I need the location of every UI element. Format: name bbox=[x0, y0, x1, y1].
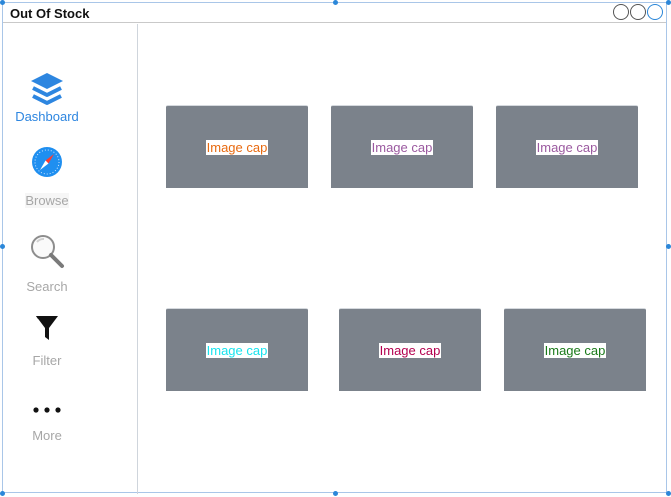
sidebar-item-label: Filter bbox=[32, 353, 62, 368]
sidebar-item-label: Browse bbox=[25, 193, 69, 208]
resize-handle-top-right[interactable] bbox=[666, 0, 671, 5]
image-card[interactable]: Image cap bbox=[166, 105, 308, 188]
close-button[interactable] bbox=[647, 4, 663, 20]
sidebar-item-label: More bbox=[32, 428, 62, 443]
image-card[interactable]: Image cap bbox=[166, 308, 308, 391]
resize-handle-top-left[interactable] bbox=[0, 0, 5, 5]
image-caption: Image cap bbox=[370, 139, 434, 155]
magnifier-icon bbox=[31, 235, 64, 268]
minimize-button[interactable] bbox=[613, 4, 629, 20]
title-bar: Out Of Stock bbox=[3, 3, 666, 23]
resize-handle-left[interactable] bbox=[0, 244, 5, 249]
sidebar-item-dashboard[interactable]: Dashboard bbox=[3, 70, 91, 126]
sidebar-item-filter[interactable]: Filter bbox=[3, 313, 91, 370]
window-title: Out Of Stock bbox=[10, 6, 90, 21]
funnel-icon bbox=[36, 316, 58, 340]
image-card[interactable]: Image cap bbox=[504, 308, 646, 391]
image-caption: Image cap bbox=[378, 342, 442, 358]
image-caption: Image cap bbox=[205, 342, 269, 358]
image-card[interactable]: Image cap bbox=[496, 105, 638, 188]
image-caption: Image cap bbox=[543, 342, 607, 358]
maximize-button[interactable] bbox=[630, 4, 646, 20]
safari-compass-icon bbox=[32, 147, 62, 177]
resize-handle-bottom-left[interactable] bbox=[0, 491, 5, 496]
resize-handle-top[interactable] bbox=[333, 0, 338, 5]
sidebar-item-label: Dashboard bbox=[15, 109, 79, 124]
sidebar-item-more[interactable]: More bbox=[3, 400, 91, 445]
image-card[interactable]: Image cap bbox=[339, 308, 481, 391]
image-caption: Image cap bbox=[535, 139, 599, 155]
resize-handle-bottom[interactable] bbox=[333, 491, 338, 496]
sidebar-item-browse[interactable]: Browse bbox=[3, 145, 91, 210]
sidebar-item-search[interactable]: Search bbox=[3, 233, 91, 296]
window-controls bbox=[613, 4, 663, 20]
sidebar: Dashboard Browse Search Filter More bbox=[3, 24, 138, 494]
resize-handle-right[interactable] bbox=[666, 244, 671, 249]
image-card[interactable]: Image cap bbox=[331, 105, 473, 188]
layers-icon bbox=[31, 73, 63, 105]
ellipsis-icon bbox=[33, 407, 61, 413]
resize-handle-bottom-right[interactable] bbox=[666, 491, 671, 496]
sidebar-item-label: Search bbox=[26, 279, 68, 294]
image-caption: Image cap bbox=[205, 139, 269, 155]
